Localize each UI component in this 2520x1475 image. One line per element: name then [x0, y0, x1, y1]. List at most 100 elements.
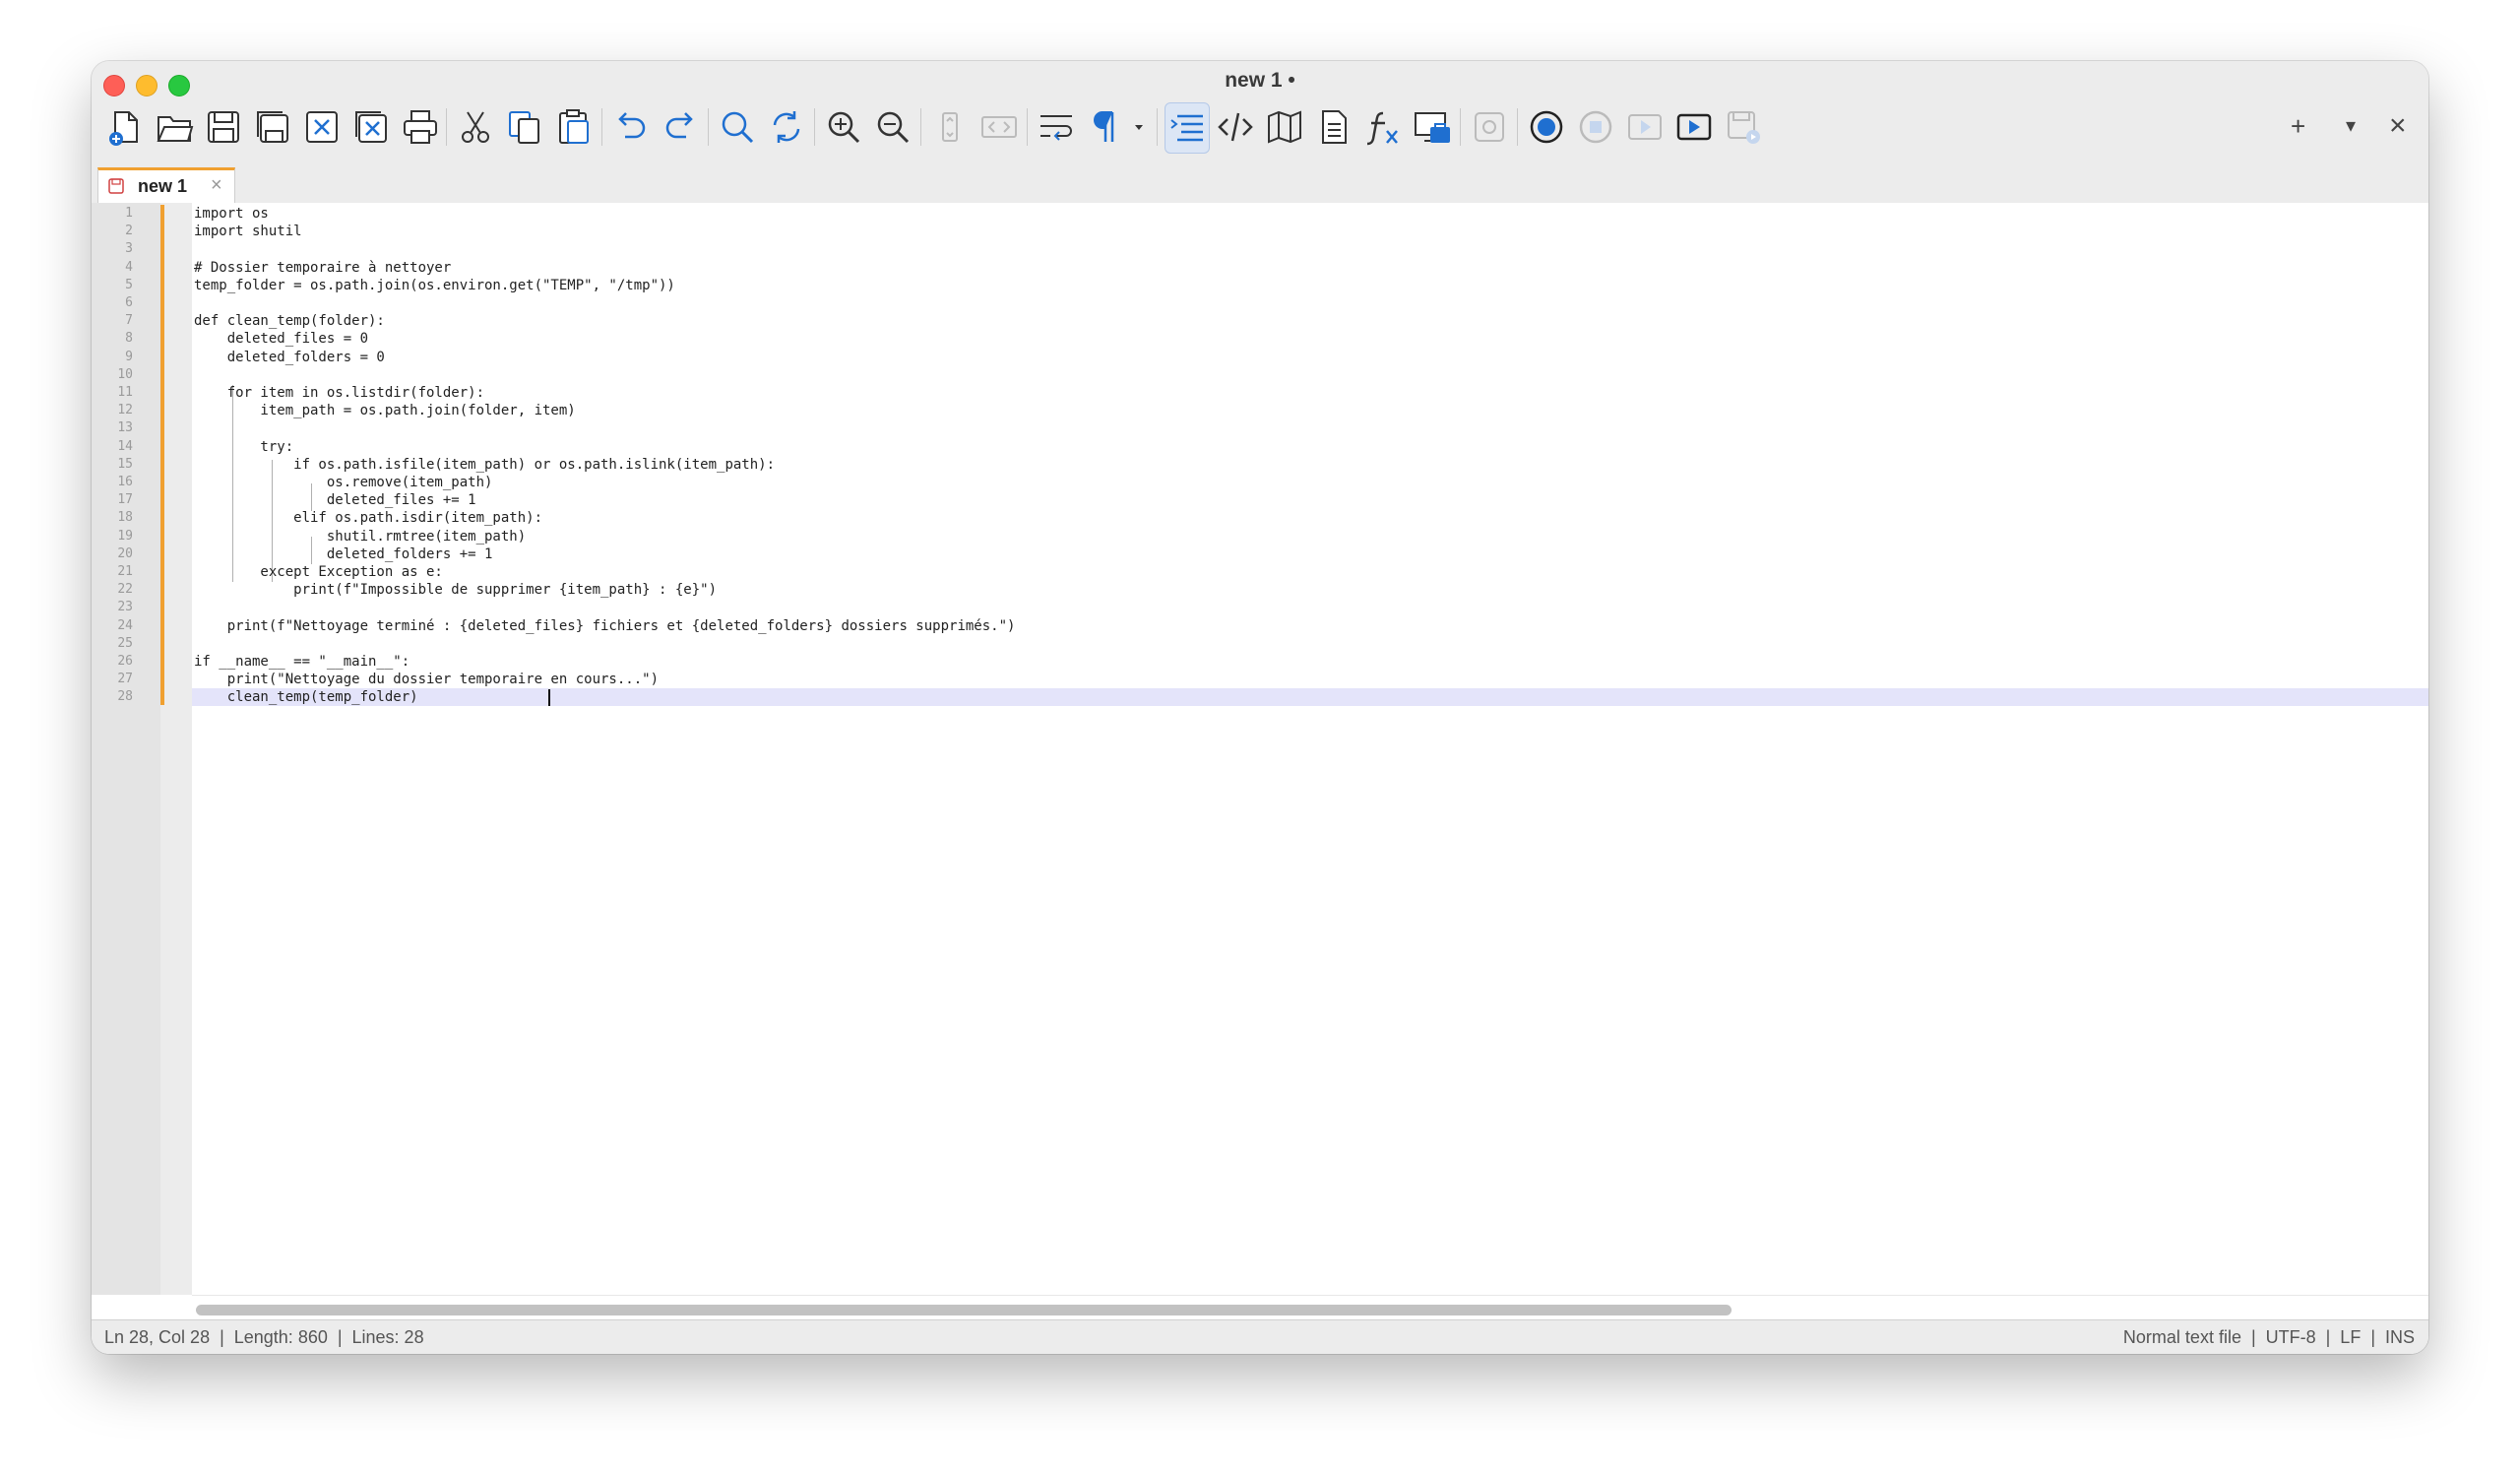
toolbar-separator — [1460, 108, 1461, 146]
text-caret — [548, 689, 550, 706]
horizontal-scrollbar-thumb[interactable] — [196, 1305, 1732, 1315]
toolbar-separator — [1027, 108, 1028, 146]
sync-scroll-button[interactable] — [928, 102, 972, 152]
code-text-area[interactable]: import os import shutil # Dossier temporai… — [192, 203, 2428, 1295]
redo-icon — [665, 112, 693, 139]
new-file-icon — [109, 111, 138, 146]
line-number: 12 — [117, 403, 133, 418]
show-all-chars-icon — [1094, 111, 1114, 142]
line-number: 1 — [125, 206, 133, 221]
line-number: 20 — [117, 545, 133, 561]
tab-bar: new 1 × — [92, 163, 2428, 204]
code-view-icon — [981, 116, 1017, 138]
run-macro-multiple-icon — [1676, 113, 1712, 141]
status-cursor-info: Ln 28, Col 28 | Length: 860 | Lines: 28 — [104, 1327, 424, 1347]
line-number: 26 — [117, 654, 133, 669]
code-line: for item in os.listdir(folder): — [194, 385, 485, 401]
zoom-in-button[interactable] — [822, 102, 865, 152]
zoom-out-button[interactable] — [871, 102, 914, 152]
document-list-button[interactable] — [1312, 102, 1355, 152]
code-line: item_path = os.path.join(folder, item) — [194, 403, 576, 419]
show-chars-dropdown[interactable] — [1127, 102, 1151, 152]
close-all-button[interactable] — [349, 102, 393, 152]
code-line: deleted_files += 1 — [194, 492, 476, 509]
toolbar-separator — [446, 108, 447, 146]
code-view-button[interactable] — [977, 102, 1021, 152]
code-line: import shutil — [194, 224, 302, 240]
new-file-button[interactable] — [103, 102, 147, 152]
zoom-out-icon — [877, 111, 910, 144]
show-all-chars-button[interactable] — [1084, 102, 1127, 152]
tab-close-icon[interactable]: × — [211, 174, 222, 197]
code-line: if __name__ == "__main__": — [194, 654, 410, 670]
line-number: 3 — [125, 241, 133, 257]
open-file-button[interactable] — [153, 102, 196, 152]
folder-as-workspace-button[interactable] — [1411, 102, 1454, 152]
undo-icon — [618, 112, 646, 139]
cut-button[interactable] — [454, 102, 497, 152]
replace-icon — [773, 111, 800, 143]
save-button[interactable] — [202, 102, 245, 152]
xml-tags-button[interactable] — [1214, 102, 1257, 152]
menu-dropdown-button[interactable]: ▾ — [2346, 108, 2356, 144]
replace-button[interactable] — [765, 102, 808, 152]
tab-label: new 1 — [138, 176, 188, 196]
line-number: 6 — [125, 295, 133, 310]
play-macro-icon — [1628, 114, 1662, 140]
close-icon — [306, 111, 338, 143]
redo-button[interactable] — [659, 102, 702, 152]
print-button[interactable] — [399, 102, 442, 152]
copy-button[interactable] — [503, 102, 546, 152]
function-list-icon — [1366, 111, 1398, 146]
line-number: 28 — [117, 689, 133, 705]
code-line: deleted_folders = 0 — [194, 349, 385, 365]
fold-margin[interactable] — [160, 203, 192, 1295]
toolbar-separator — [1157, 108, 1158, 146]
code-line: temp_folder = os.path.join(os.environ.ge… — [194, 277, 675, 293]
line-number: 13 — [117, 420, 133, 436]
line-number: 11 — [117, 385, 133, 400]
horizontal-scrollbar[interactable] — [192, 1295, 2428, 1321]
toolbar-separator — [1517, 108, 1518, 146]
find-button[interactable] — [716, 102, 759, 152]
stop-macro-button[interactable] — [1574, 102, 1617, 152]
code-line: if os.path.isfile(item_path) or os.path.… — [194, 456, 776, 473]
print-icon — [404, 110, 437, 144]
code-line: except Exception as e: — [194, 564, 443, 580]
line-number: 9 — [125, 349, 133, 364]
function-list-button[interactable] — [1361, 102, 1405, 152]
document-map-button[interactable] — [1263, 102, 1306, 152]
tab-new-1[interactable]: new 1 × — [97, 167, 235, 203]
line-number: 22 — [117, 582, 133, 598]
word-wrap-button[interactable] — [1035, 102, 1078, 152]
code-line: clean_temp(temp_folder) — [194, 689, 418, 706]
code-line: shutil.rmtree(item_path) — [194, 528, 527, 545]
save-all-button[interactable] — [251, 102, 294, 152]
line-number-gutter: 1 2 3 4 5 6 7 8 9 10 11 12 13 14 15 16 17 18 19 20 21 22 23 24 2… — [92, 203, 160, 1295]
line-number: 10 — [117, 366, 133, 382]
code-line: print(f"Nettoyage terminé : {deleted_fil… — [194, 617, 1016, 634]
save-macro-icon — [1728, 111, 1760, 144]
close-button[interactable] — [300, 102, 344, 152]
monitoring-icon — [1475, 112, 1504, 142]
monitoring-button[interactable] — [1468, 102, 1511, 152]
toolbar-separator — [601, 108, 602, 146]
toolbar-separator — [708, 108, 709, 146]
line-number: 14 — [117, 438, 133, 454]
paste-icon — [559, 109, 589, 144]
record-macro-button[interactable] — [1525, 102, 1568, 152]
close-document-button[interactable]: × — [2389, 108, 2407, 144]
add-button[interactable]: + — [2291, 108, 2305, 144]
line-number: 7 — [125, 313, 133, 329]
status-file-info: Normal text file | UTF-8 | LF | INS — [2122, 1327, 2415, 1347]
paste-button[interactable] — [552, 102, 596, 152]
save-all-icon — [257, 111, 288, 143]
play-macro-button[interactable] — [1623, 102, 1667, 152]
save-macro-button[interactable] — [1722, 102, 1765, 152]
line-number: 2 — [125, 224, 133, 239]
editor-pane[interactable]: 1 2 3 4 5 6 7 8 9 10 11 12 13 14 15 16 17 18 19 20 21 22 23 24 2… — [92, 203, 2428, 1354]
indent-guide-button[interactable] — [1165, 102, 1210, 154]
status-bar: Ln 28, Col 28 | Length: 860 | Lines: 28 … — [92, 1319, 2428, 1354]
run-macro-multiple-button[interactable] — [1672, 102, 1716, 152]
undo-button[interactable] — [609, 102, 653, 152]
